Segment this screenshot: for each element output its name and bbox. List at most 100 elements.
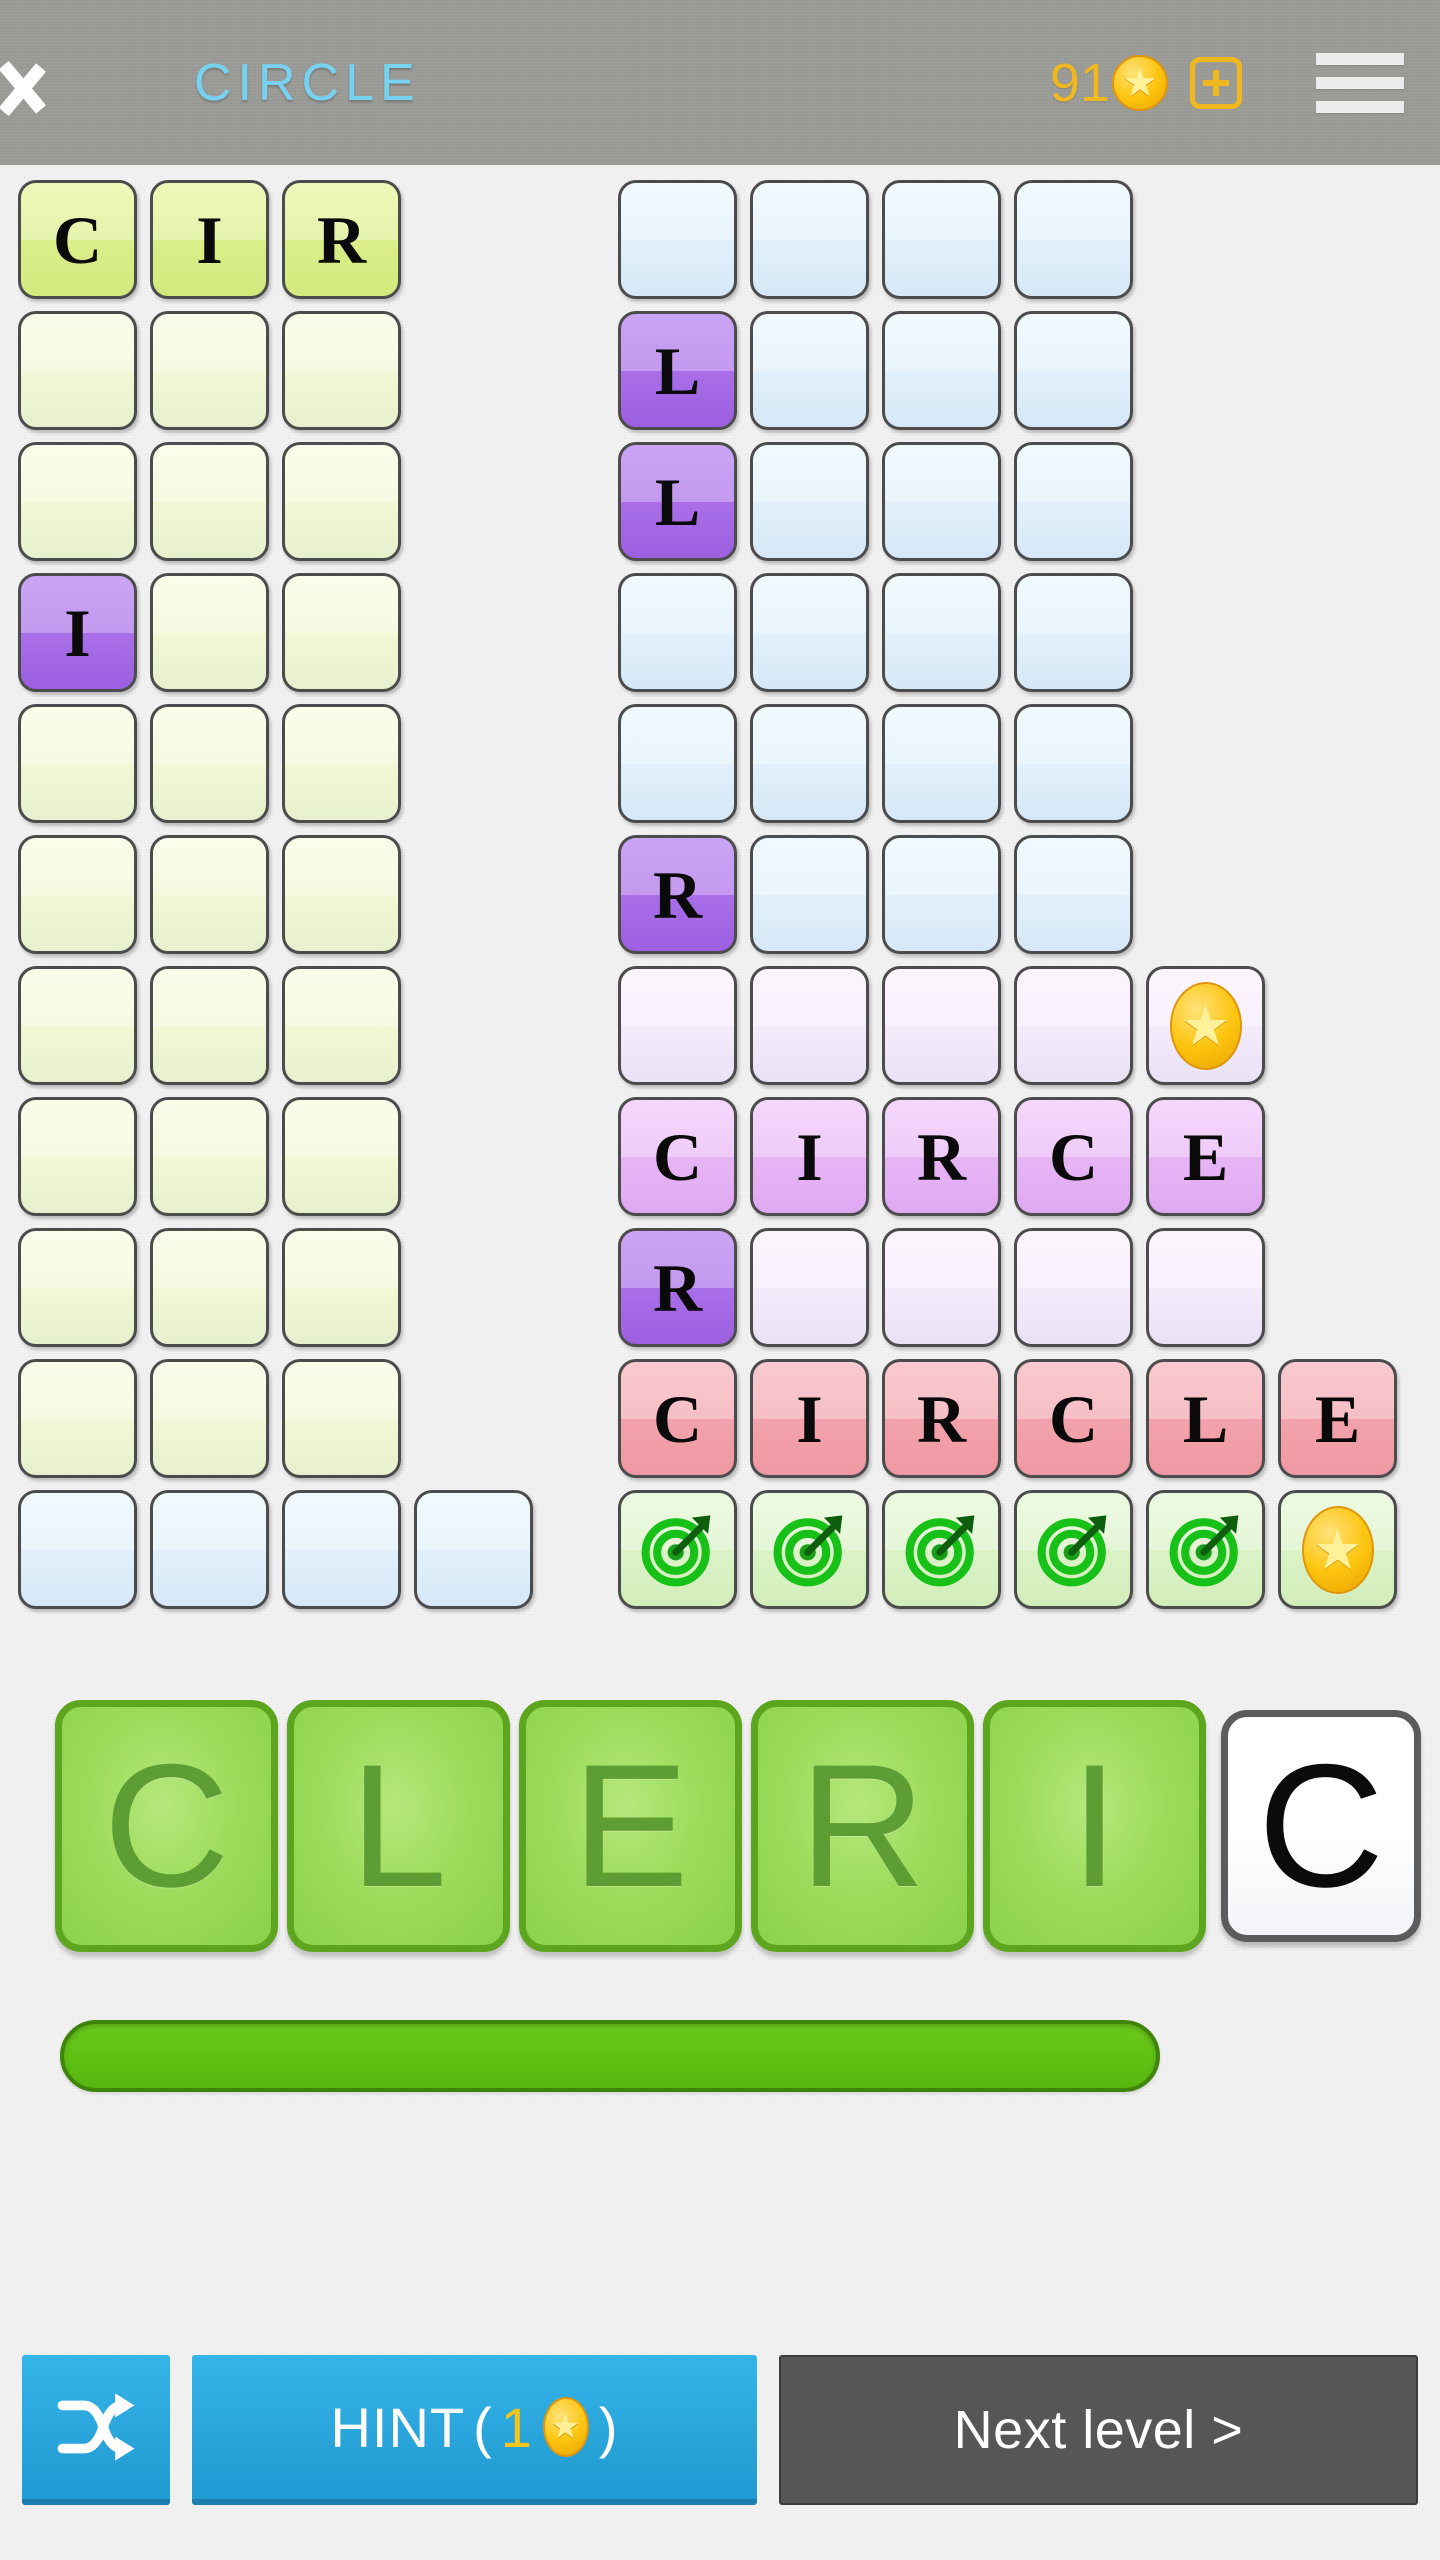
- grid-cell-label: L: [654, 332, 701, 409]
- grid-cell-letter[interactable]: L: [1146, 1359, 1265, 1478]
- grid-cell-empty[interactable]: [18, 311, 137, 430]
- grid-cell-letter[interactable]: C: [1014, 1097, 1133, 1216]
- back-button[interactable]: [0, 0, 120, 165]
- grid-cell-letter[interactable]: R: [882, 1359, 1001, 1478]
- grid-cell-empty[interactable]: [1014, 835, 1133, 954]
- grid-cell-empty[interactable]: [882, 311, 1001, 430]
- grid-cell-empty[interactable]: [750, 835, 869, 954]
- grid-cell-empty[interactable]: [18, 1097, 137, 1216]
- grid-cell-letter[interactable]: I: [18, 573, 137, 692]
- grid-cell-empty[interactable]: [18, 1359, 137, 1478]
- grid-cell-letter[interactable]: R: [282, 180, 401, 299]
- answer-tile-placed[interactable]: C: [55, 1700, 278, 1952]
- grid-cell-target-icon[interactable]: [618, 1490, 737, 1609]
- grid-cell-empty[interactable]: [1014, 966, 1133, 1085]
- add-coins-button[interactable]: [1190, 56, 1242, 109]
- grid-cell-empty[interactable]: [618, 180, 737, 299]
- grid-cell-letter[interactable]: I: [150, 180, 269, 299]
- grid-cell-empty[interactable]: [282, 1359, 401, 1478]
- grid-cell-empty[interactable]: [18, 442, 137, 561]
- grid-cell-empty[interactable]: [1014, 573, 1133, 692]
- grid-cell-star-coin-icon[interactable]: ★: [1278, 1490, 1397, 1609]
- coin-counter[interactable]: 91 ★: [1050, 54, 1168, 111]
- grid-cell-target-icon[interactable]: [1146, 1490, 1265, 1609]
- grid-cell-empty[interactable]: [618, 966, 737, 1085]
- grid-cell-empty[interactable]: [618, 704, 737, 823]
- grid-cell-empty[interactable]: [750, 442, 869, 561]
- grid-cell-target-icon[interactable]: [1014, 1490, 1133, 1609]
- grid-cell-letter[interactable]: L: [618, 311, 737, 430]
- grid-cell-empty[interactable]: [18, 1490, 137, 1609]
- grid-cell-letter[interactable]: R: [618, 835, 737, 954]
- grid-cell-empty[interactable]: [18, 966, 137, 1085]
- grid-cell-empty[interactable]: [18, 704, 137, 823]
- grid-cell-empty[interactable]: [750, 573, 869, 692]
- hint-button[interactable]: HINT ( 1 ★ ): [192, 2355, 757, 2505]
- grid-cell-empty[interactable]: [750, 311, 869, 430]
- grid-cell-letter[interactable]: C: [618, 1097, 737, 1216]
- grid-cell-empty[interactable]: [150, 311, 269, 430]
- grid-cell-letter[interactable]: R: [618, 1228, 737, 1347]
- grid-cell-empty[interactable]: [750, 966, 869, 1085]
- shuffle-button[interactable]: [22, 2355, 170, 2505]
- grid-cell-empty[interactable]: [150, 573, 269, 692]
- grid-cell-letter[interactable]: E: [1278, 1359, 1397, 1478]
- next-level-button[interactable]: Next level >: [779, 2355, 1418, 2505]
- grid-cell-target-icon[interactable]: [882, 1490, 1001, 1609]
- answer-tile-placed[interactable]: E: [519, 1700, 742, 1952]
- answer-tile-placed[interactable]: L: [287, 1700, 510, 1952]
- grid-cell-target-icon[interactable]: [750, 1490, 869, 1609]
- answer-tile-available[interactable]: C: [1221, 1710, 1421, 1942]
- grid-cell-empty[interactable]: [18, 835, 137, 954]
- grid-cell-empty[interactable]: [750, 180, 869, 299]
- grid-cell-empty[interactable]: [150, 442, 269, 561]
- grid-cell-letter[interactable]: C: [618, 1359, 737, 1478]
- grid-cell-empty[interactable]: [282, 311, 401, 430]
- grid-cell-empty[interactable]: [882, 966, 1001, 1085]
- grid-cell-empty[interactable]: [282, 1228, 401, 1347]
- grid-cell-empty[interactable]: [1014, 1228, 1133, 1347]
- grid-cell-empty[interactable]: [1014, 442, 1133, 561]
- grid-cell-empty[interactable]: [282, 704, 401, 823]
- grid-cell-empty[interactable]: [750, 704, 869, 823]
- grid-cell-empty[interactable]: [282, 573, 401, 692]
- grid-cell-letter[interactable]: I: [750, 1097, 869, 1216]
- grid-cell-empty[interactable]: [414, 1490, 533, 1609]
- answer-tile-placed[interactable]: I: [983, 1700, 1206, 1952]
- grid-cell-letter[interactable]: R: [882, 1097, 1001, 1216]
- grid-cell-empty[interactable]: [618, 573, 737, 692]
- grid-cell-empty[interactable]: [150, 1359, 269, 1478]
- grid-cell-letter[interactable]: E: [1146, 1097, 1265, 1216]
- grid-cell-empty[interactable]: [282, 1490, 401, 1609]
- grid-cell-letter[interactable]: I: [750, 1359, 869, 1478]
- grid-cell-empty[interactable]: [882, 1228, 1001, 1347]
- grid-cell-empty[interactable]: [150, 835, 269, 954]
- grid-cell-empty[interactable]: [282, 1097, 401, 1216]
- grid-cell-empty[interactable]: [150, 966, 269, 1085]
- grid-cell-letter[interactable]: C: [18, 180, 137, 299]
- grid-cell-star-coin-icon[interactable]: ★: [1146, 966, 1265, 1085]
- answer-tile-placed[interactable]: R: [751, 1700, 974, 1952]
- grid-cell-empty[interactable]: [882, 835, 1001, 954]
- grid-cell-empty[interactable]: [882, 442, 1001, 561]
- crossword-grid-left: C I R I: [18, 180, 533, 1621]
- grid-cell-empty[interactable]: [150, 1097, 269, 1216]
- grid-cell-empty[interactable]: [1014, 704, 1133, 823]
- grid-cell-empty[interactable]: [150, 1490, 269, 1609]
- grid-cell-empty[interactable]: [882, 573, 1001, 692]
- grid-cell-empty[interactable]: [282, 966, 401, 1085]
- grid-cell-empty[interactable]: [882, 704, 1001, 823]
- grid-cell-letter[interactable]: L: [618, 442, 737, 561]
- grid-cell-empty[interactable]: [150, 704, 269, 823]
- grid-cell-empty[interactable]: [282, 442, 401, 561]
- grid-cell-empty[interactable]: [18, 1228, 137, 1347]
- grid-cell-empty[interactable]: [1014, 180, 1133, 299]
- hamburger-menu-icon[interactable]: [1316, 52, 1404, 113]
- grid-cell-empty[interactable]: [1146, 1228, 1265, 1347]
- grid-cell-empty[interactable]: [1014, 311, 1133, 430]
- grid-cell-empty[interactable]: [150, 1228, 269, 1347]
- grid-cell-letter[interactable]: C: [1014, 1359, 1133, 1478]
- grid-cell-empty[interactable]: [882, 180, 1001, 299]
- grid-cell-empty[interactable]: [750, 1228, 869, 1347]
- grid-cell-empty[interactable]: [282, 835, 401, 954]
